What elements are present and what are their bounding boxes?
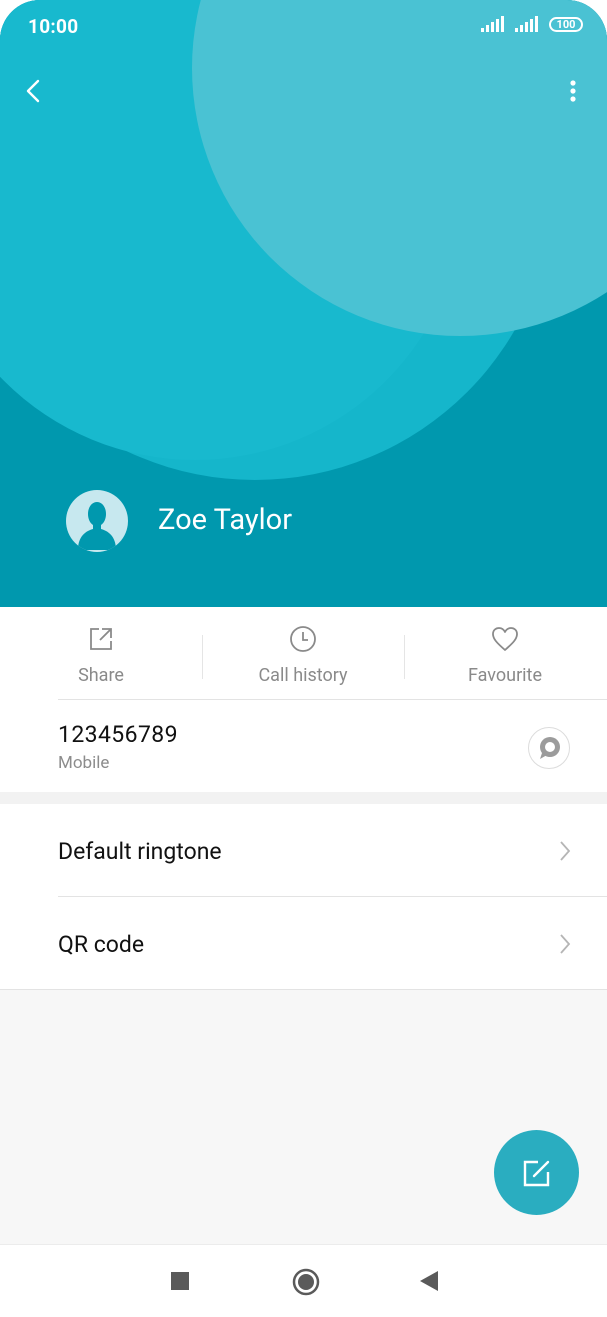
clock-icon — [290, 626, 316, 652]
back-triangle-icon[interactable] — [419, 1270, 439, 1292]
phone-type: Mobile — [58, 753, 110, 773]
share-label: Share — [78, 665, 124, 686]
qr-code-row[interactable]: QR code — [0, 897, 607, 989]
more-vertical-icon — [570, 80, 576, 102]
system-navbar — [0, 1244, 607, 1317]
share-icon — [90, 628, 112, 650]
share-action[interactable]: Share — [0, 607, 202, 699]
default-ringtone-label: Default ringtone — [58, 838, 222, 865]
home-circle-icon[interactable] — [292, 1268, 320, 1296]
contact-name: Zoe Taylor — [158, 503, 293, 537]
signal-icon — [481, 16, 504, 32]
chevron-left-icon — [26, 79, 40, 103]
edit-contact-button[interactable] — [494, 1130, 579, 1215]
more-options-button[interactable] — [563, 76, 583, 108]
message-bubble-icon — [540, 737, 560, 759]
avatar[interactable] — [66, 490, 128, 552]
message-button[interactable] — [528, 727, 570, 769]
phone-number-row[interactable]: 123456789 Mobile — [0, 700, 607, 792]
contact-header: 10:00 100 Zoe Taylor — [0, 0, 607, 607]
heart-icon — [492, 627, 518, 651]
edit-icon — [523, 1160, 549, 1186]
default-ringtone-row[interactable]: Default ringtone — [0, 804, 607, 896]
battery-indicator: 100 — [549, 16, 583, 32]
qr-code-label: QR code — [58, 931, 145, 958]
recents-square-icon[interactable] — [171, 1272, 189, 1290]
favourite-label: Favourite — [468, 665, 542, 686]
call-history-action[interactable]: Call history — [202, 607, 404, 699]
back-button[interactable] — [18, 74, 50, 108]
section-gap — [0, 792, 607, 804]
chevron-right-icon — [560, 841, 571, 861]
favourite-action[interactable]: Favourite — [404, 607, 606, 699]
person-silhouette-icon — [78, 502, 116, 550]
phone-number: 123456789 — [58, 721, 178, 748]
contact-actions: Share Call history Favourite — [0, 607, 607, 699]
status-icons: 100 — [481, 16, 583, 32]
chevron-right-icon — [560, 934, 571, 954]
status-time: 10:00 — [28, 15, 79, 38]
call-history-label: Call history — [258, 665, 348, 686]
signal-icon — [515, 16, 538, 32]
